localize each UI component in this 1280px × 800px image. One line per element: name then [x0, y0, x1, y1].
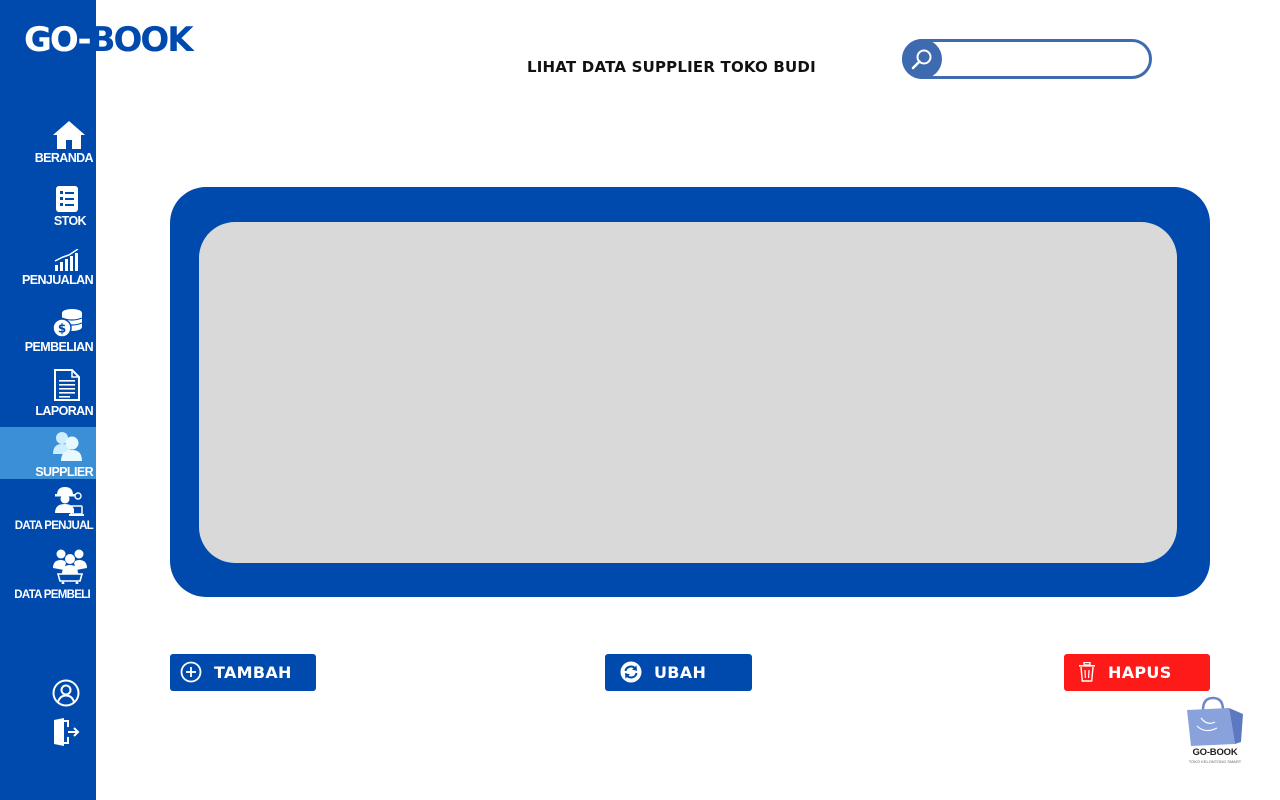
search-icon	[911, 49, 932, 70]
sidebar-item-penjualan[interactable]: PENJUALAN	[0, 247, 96, 291]
brand-logo: GO-BOOK	[24, 20, 194, 60]
edit-button[interactable]: UBAH	[605, 654, 752, 691]
supplier-users-icon	[53, 432, 82, 461]
sidebar-item-supplier[interactable]: SUPPLIER	[0, 427, 96, 479]
sidebar-item-label: DATA PENJUAL	[14, 520, 94, 532]
stock-list-icon	[56, 186, 78, 212]
sidebar: BERANDA STOK PENJUALAN $ PEMBELIAN LAPOR…	[0, 0, 96, 800]
sidebar-item-label: STOK	[53, 214, 87, 228]
search-box	[902, 39, 1152, 79]
sidebar-item-pembelian[interactable]: $ PEMBELIAN	[0, 306, 96, 356]
delete-button[interactable]: HAPUS	[1064, 654, 1210, 691]
buyers-icon	[53, 549, 87, 584]
report-document-icon	[54, 369, 80, 401]
corner-logo-word: GO-BOOK	[1192, 747, 1238, 758]
profile-icon[interactable]	[52, 679, 80, 707]
logout-icon[interactable]	[52, 718, 80, 746]
sidebar-item-data-penjual[interactable]: DATA PENJUAL	[0, 485, 96, 537]
svg-text:$: $	[58, 322, 66, 336]
app-window: BERANDA STOK PENJUALAN $ PEMBELIAN LAPOR…	[0, 0, 1280, 800]
refresh-icon	[620, 661, 642, 683]
shopping-bag-logo-icon	[1187, 696, 1243, 746]
sidebar-item-stok[interactable]: STOK	[0, 183, 96, 231]
sidebar-item-data-pembeli[interactable]: DATA PEMBELI	[0, 546, 96, 606]
brand-suffix: BOOK	[89, 20, 194, 60]
brand-prefix: GO-	[24, 20, 92, 60]
edit-button-label: UBAH	[654, 663, 707, 682]
sidebar-item-laporan[interactable]: LAPORAN	[0, 368, 96, 422]
search-input[interactable]	[947, 46, 1143, 72]
add-button-label: TAMBAH	[214, 663, 292, 682]
home-icon	[53, 121, 85, 149]
corner-logo: GO-BOOK TOKO KELONTONG SMART	[1183, 696, 1247, 768]
sales-chart-icon	[54, 249, 79, 271]
add-button[interactable]: TAMBAH	[170, 654, 316, 691]
page-title: LIHAT DATA SUPPLIER TOKO BUDI	[527, 58, 816, 76]
sidebar-item-label: BERANDA	[34, 151, 94, 165]
trash-icon	[1079, 662, 1095, 682]
seller-icon	[55, 487, 84, 516]
sidebar-item-label: PENJUALAN	[22, 273, 94, 287]
sidebar-item-label: LAPORAN	[35, 404, 93, 418]
supplier-table-area[interactable]	[199, 222, 1177, 563]
corner-logo-tagline: TOKO KELONTONG SMART	[1188, 759, 1242, 764]
plus-circle-icon	[180, 661, 202, 683]
sidebar-item-label: PEMBELIAN	[24, 340, 94, 354]
supplier-table-panel	[170, 187, 1210, 597]
sidebar-item-beranda[interactable]: BERANDA	[0, 116, 96, 170]
sidebar-item-label: DATA PEMBELI	[14, 589, 90, 601]
sidebar-item-label: SUPPLIER	[35, 465, 93, 479]
delete-button-label: HAPUS	[1108, 663, 1172, 682]
coins-icon: $	[52, 309, 83, 338]
search-button[interactable]	[902, 39, 942, 79]
